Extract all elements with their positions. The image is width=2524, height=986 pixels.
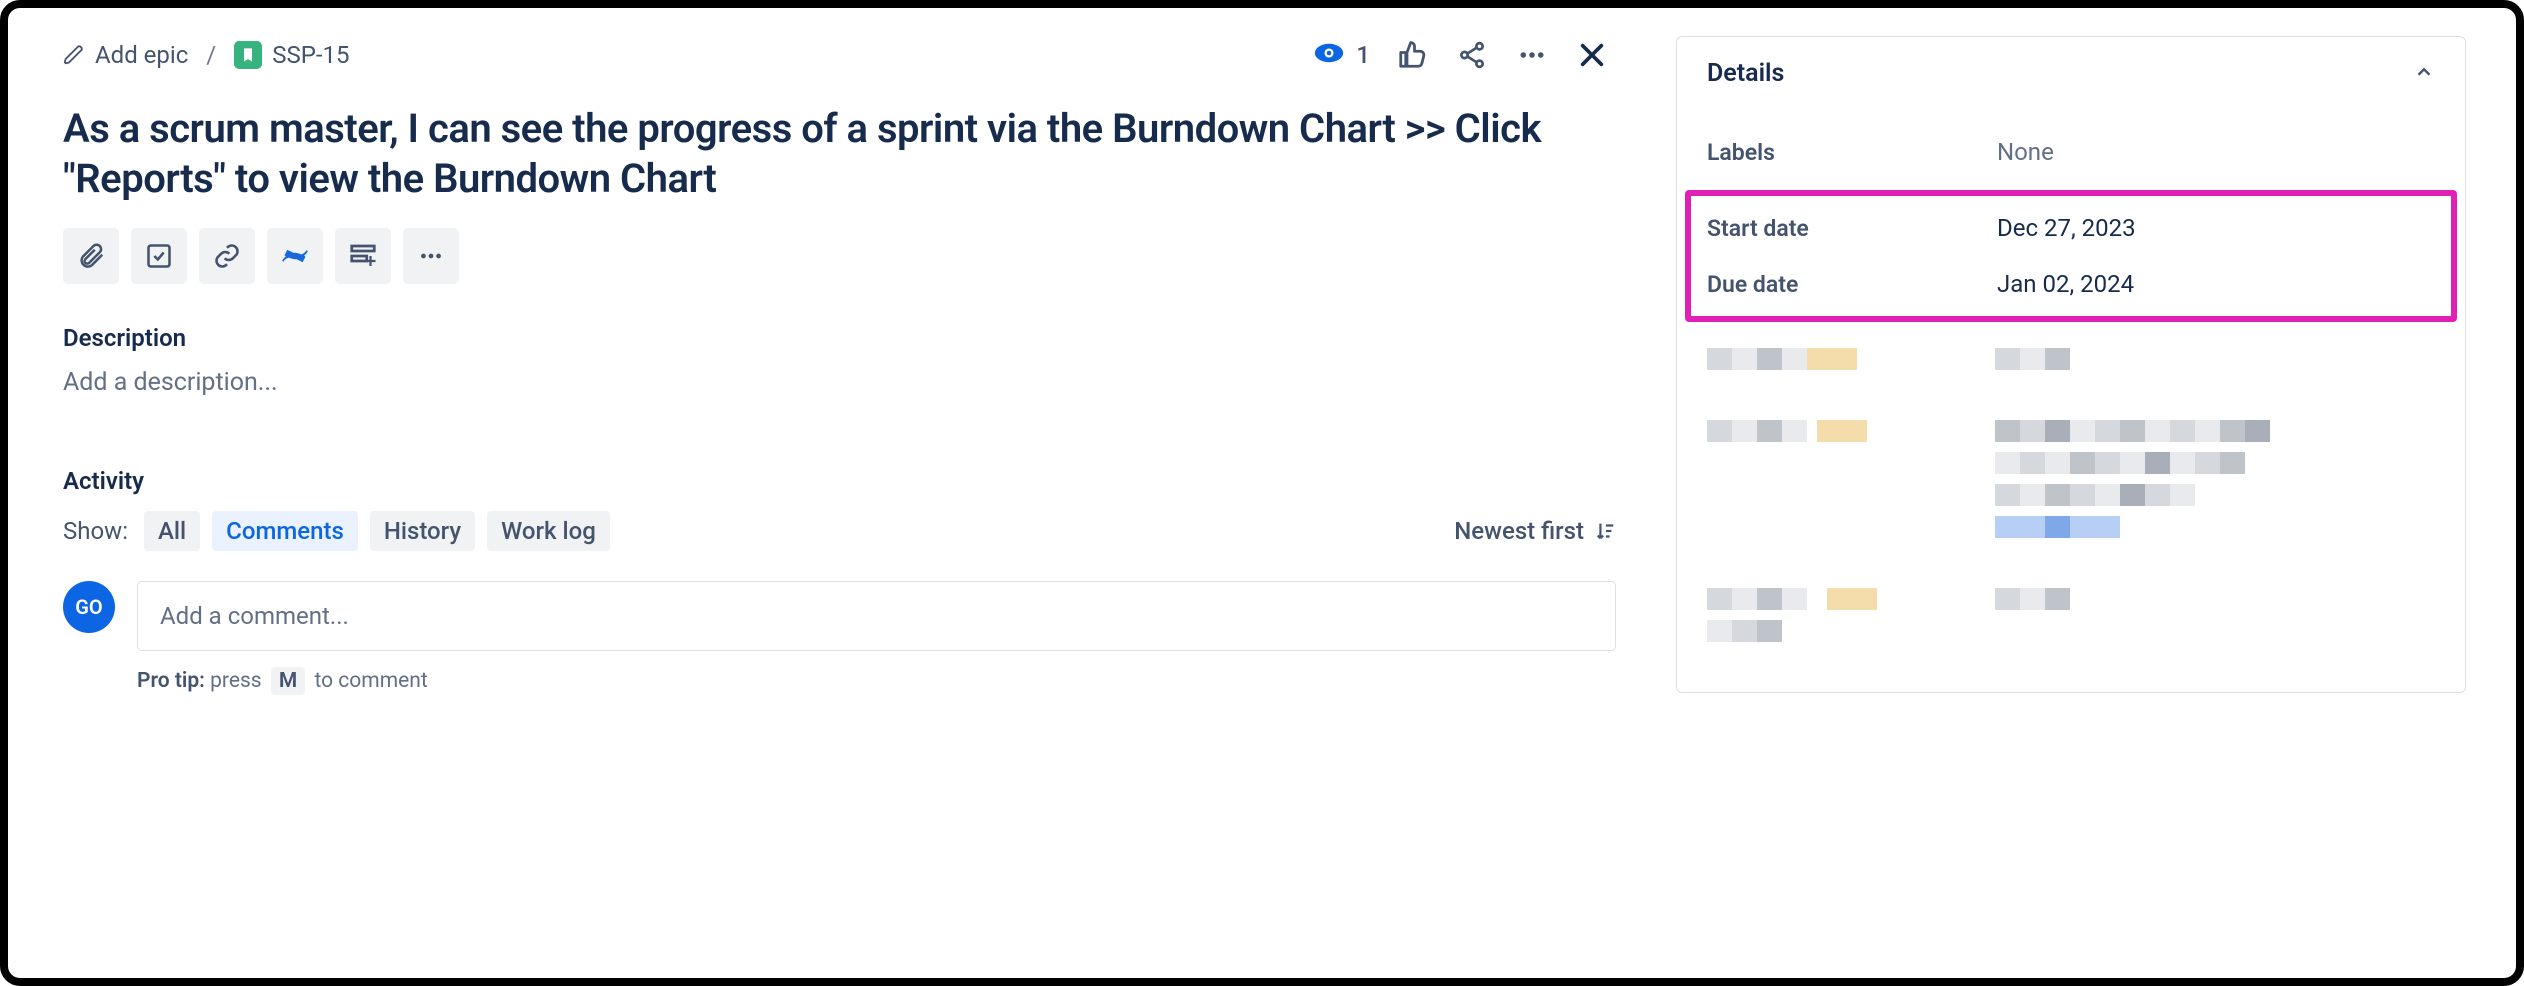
due-date-label: Due date xyxy=(1707,271,1997,298)
start-date-value: Dec 27, 2023 xyxy=(1997,214,2136,242)
chevron-up-icon xyxy=(2413,61,2435,87)
tab-worklog[interactable]: Work log xyxy=(487,511,610,551)
show-label: Show: xyxy=(63,517,128,545)
avatar: GO xyxy=(63,581,115,633)
issue-key-link[interactable]: SSP-15 xyxy=(234,41,349,69)
share-button[interactable] xyxy=(1454,37,1490,73)
activity-tabs: Show: All Comments History Work log xyxy=(63,511,610,551)
comment-input[interactable]: Add a comment... xyxy=(137,581,1616,651)
more-actions-button[interactable] xyxy=(1514,37,1550,73)
description-input[interactable]: Add a description... xyxy=(63,368,1616,397)
close-button[interactable] xyxy=(1574,37,1610,73)
issue-key-label: SSP-15 xyxy=(272,41,349,69)
tab-comments[interactable]: Comments xyxy=(212,511,358,551)
tab-all[interactable]: All xyxy=(144,511,200,551)
breadcrumb: Add epic / SSP-15 xyxy=(63,41,349,69)
confluence-button[interactable] xyxy=(267,228,323,284)
sort-label: Newest first xyxy=(1454,517,1584,545)
labels-field[interactable]: Labels None xyxy=(1707,120,2435,184)
link-button[interactable] xyxy=(199,228,255,284)
date-highlight: Start date Dec 27, 2023 Due date Jan 02,… xyxy=(1685,190,2457,322)
sort-icon xyxy=(1594,520,1616,542)
header-actions: 1 xyxy=(1312,36,1610,74)
due-date-field[interactable]: Due date Jan 02, 2024 xyxy=(1707,256,2435,312)
thumbs-up-button[interactable] xyxy=(1394,37,1430,73)
description-heading: Description xyxy=(63,324,1616,352)
issue-title[interactable]: As a scrum master, I can see the progres… xyxy=(63,104,1563,204)
activity-heading: Activity xyxy=(63,467,1616,495)
add-epic-label: Add epic xyxy=(95,41,188,69)
eye-icon xyxy=(1312,36,1346,74)
sort-button[interactable]: Newest first xyxy=(1454,517,1616,545)
start-date-field[interactable]: Start date Dec 27, 2023 xyxy=(1707,200,2435,256)
redacted-field-2 xyxy=(1707,420,2435,548)
labels-label: Labels xyxy=(1707,139,1997,166)
details-panel-toggle[interactable]: Details xyxy=(1677,37,2465,110)
pencil-icon xyxy=(63,44,85,66)
details-panel-title: Details xyxy=(1707,59,1784,88)
modal-header: Add epic / SSP-15 1 xyxy=(63,36,1616,74)
comment-composer: GO Add a comment... Pro tip: press M to … xyxy=(63,581,1616,695)
attach-button[interactable] xyxy=(63,228,119,284)
content-toolbar xyxy=(63,228,1616,284)
details-panel: Details Labels None Start date Dec 27, 2… xyxy=(1676,36,2466,693)
add-content-button[interactable] xyxy=(335,228,391,284)
redacted-field-3 xyxy=(1707,588,2435,652)
redacted-field-1 xyxy=(1707,348,2435,380)
story-icon xyxy=(234,41,262,69)
add-epic-link[interactable]: Add epic xyxy=(63,41,188,69)
comment-protip: Pro tip: press M to comment xyxy=(137,667,1616,695)
labels-value: None xyxy=(1997,138,2054,166)
tab-history[interactable]: History xyxy=(370,511,475,551)
due-date-value: Jan 02, 2024 xyxy=(1997,270,2134,298)
breadcrumb-separator: / xyxy=(206,41,216,69)
watch-count: 1 xyxy=(1356,41,1370,69)
start-date-label: Start date xyxy=(1707,215,1997,242)
toolbar-more-button[interactable] xyxy=(403,228,459,284)
watch-button[interactable]: 1 xyxy=(1312,36,1370,74)
activity-controls: Show: All Comments History Work log Newe… xyxy=(63,511,1616,551)
add-subtask-button[interactable] xyxy=(131,228,187,284)
